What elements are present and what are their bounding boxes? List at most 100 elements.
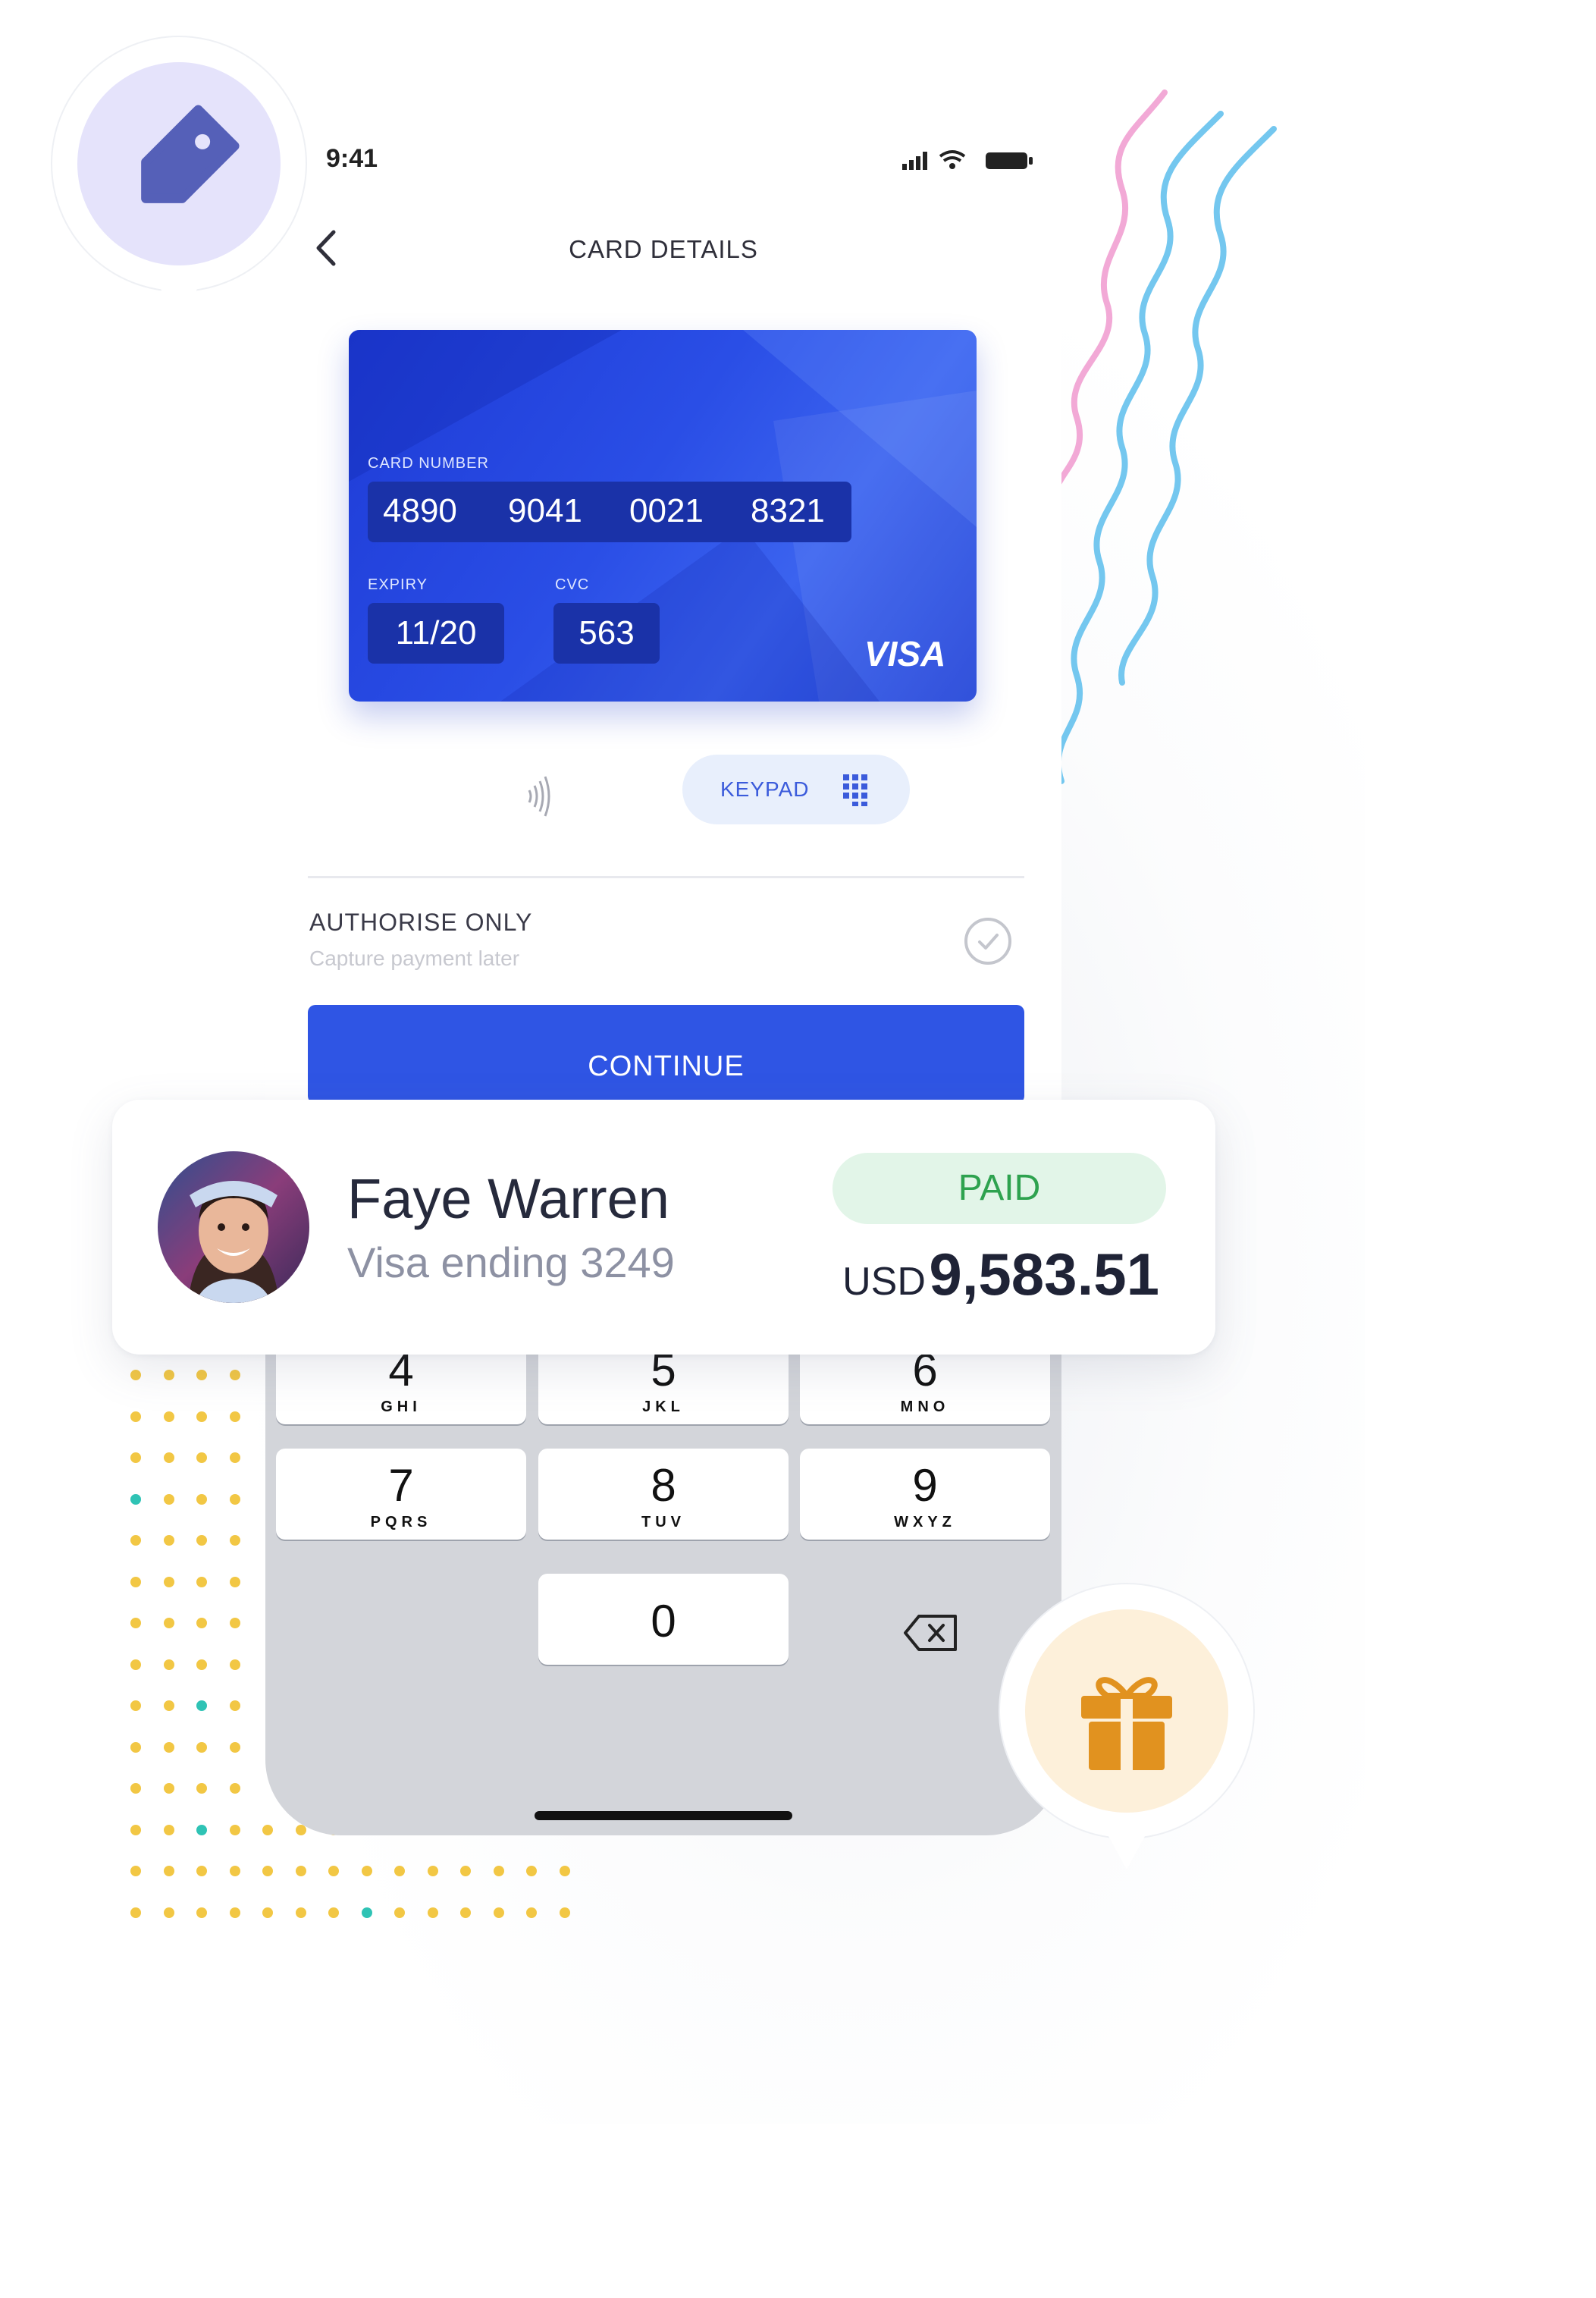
key-letters: GHI — [381, 1399, 422, 1415]
key-letters: PQRS — [370, 1514, 432, 1530]
decorative-dot — [130, 1452, 141, 1463]
expiry-label: EXPIRY — [368, 576, 428, 593]
decorative-dot — [163, 1452, 174, 1463]
decorative-dot — [163, 1576, 174, 1587]
transaction-card[interactable]: Faye Warren Visa ending 3249 PAID USD 9,… — [112, 1100, 1215, 1355]
decorative-dot — [229, 1741, 240, 1753]
decorative-dot — [196, 1659, 207, 1670]
status-icons — [902, 150, 1033, 170]
expiry-field: 11/20 — [368, 603, 504, 664]
decorative-dot — [130, 1535, 141, 1546]
decorative-dot — [460, 1866, 471, 1876]
decorative-dot — [196, 1618, 207, 1628]
decorative-dot — [196, 1783, 207, 1794]
decorative-dot — [196, 1700, 207, 1711]
decorative-dot — [295, 1866, 306, 1876]
decorative-dot — [163, 1824, 174, 1835]
decorative-dot — [427, 1907, 438, 1918]
keypad-toggle-button[interactable]: KEYPAD — [682, 755, 910, 824]
decorative-dot — [163, 1659, 174, 1670]
status-badge: PAID — [832, 1153, 1166, 1224]
decorative-dot — [361, 1907, 372, 1918]
home-indicator — [535, 1811, 792, 1820]
decorative-dot — [196, 1907, 207, 1918]
decorative-dot — [295, 1907, 306, 1918]
decorative-dot — [130, 1659, 141, 1670]
credit-card: CARD NUMBER 4890 9041 0021 8321 EXPIRY 1… — [349, 330, 977, 702]
continue-button[interactable]: CONTINUE — [308, 1005, 1024, 1103]
decorative-dot — [328, 1866, 339, 1876]
signal-icon — [902, 152, 927, 170]
key-letters: JKL — [642, 1399, 685, 1415]
decorative-dot — [163, 1535, 174, 1546]
decorative-dot — [196, 1535, 207, 1546]
decorative-dot — [130, 1370, 141, 1380]
wifi-icon — [939, 150, 966, 169]
decorative-dot — [163, 1783, 174, 1794]
transaction-amount: USD 9,583.51 — [842, 1240, 1159, 1309]
decorative-dot — [229, 1866, 240, 1876]
card-number-group: 0021 — [629, 492, 704, 529]
key-digit: 9 — [912, 1460, 938, 1511]
decorative-dot — [229, 1493, 240, 1505]
decorative-dot — [163, 1370, 174, 1380]
decorative-dot — [328, 1907, 339, 1918]
blue-squiggle-2 — [1118, 126, 1277, 686]
status-time: 9:41 — [326, 144, 378, 173]
backspace-icon[interactable] — [902, 1612, 960, 1654]
decorative-dot — [130, 1907, 141, 1918]
key-letters: MNO — [900, 1399, 950, 1415]
decorative-dot — [361, 1866, 372, 1876]
decorative-dot — [526, 1907, 537, 1918]
decorative-dot — [229, 1618, 240, 1628]
customer-name: Faye Warren — [347, 1167, 669, 1230]
cvc-field: 563 — [553, 603, 660, 664]
decorative-dot — [229, 1659, 240, 1670]
decorative-dot — [130, 1576, 141, 1587]
decorative-dot — [262, 1907, 273, 1918]
decorative-dot — [163, 1741, 174, 1753]
check-icon[interactable] — [963, 916, 1013, 966]
cvc-label: CVC — [555, 576, 590, 593]
card-number-label: CARD NUMBER — [368, 455, 489, 472]
decorative-dot — [196, 1411, 207, 1422]
avatar — [158, 1151, 309, 1303]
tag-bubble — [51, 36, 307, 322]
decorative-dot — [130, 1493, 141, 1505]
key-letters: TUV — [641, 1514, 685, 1530]
decorative-dot — [559, 1907, 570, 1918]
decorative-dot — [229, 1700, 240, 1711]
decorative-dot — [196, 1741, 207, 1753]
decorative-dot — [229, 1535, 240, 1546]
decorative-dot — [229, 1824, 240, 1835]
decorative-dot — [130, 1866, 141, 1876]
decorative-dot — [130, 1700, 141, 1711]
decorative-dot — [229, 1576, 240, 1587]
decorative-dot — [196, 1824, 207, 1835]
battery-icon — [986, 152, 1033, 169]
decorative-dot — [163, 1907, 174, 1918]
key-letters: WXYZ — [894, 1514, 956, 1530]
decorative-dot — [526, 1866, 537, 1876]
key-8[interactable]: 8 TUV — [538, 1449, 789, 1540]
decorative-dot — [229, 1411, 240, 1422]
decorative-dot — [196, 1452, 207, 1463]
key-9[interactable]: 9 WXYZ — [800, 1449, 1050, 1540]
decorative-dot — [262, 1866, 273, 1876]
decorative-squiggles — [1049, 89, 1277, 784]
decorative-dot — [229, 1452, 240, 1463]
decorative-dot — [196, 1370, 207, 1380]
authorise-only-title: AUTHORISE ONLY — [309, 909, 533, 936]
decorative-dot — [493, 1866, 504, 1876]
card-number-group: 4890 — [383, 492, 457, 529]
nfc-icon[interactable] — [516, 774, 553, 819]
key-7[interactable]: 7 PQRS — [276, 1449, 526, 1540]
decorative-dot — [130, 1783, 141, 1794]
gift-bubble — [999, 1583, 1255, 1869]
keypad-label: KEYPAD — [720, 777, 810, 801]
screen-title: CARD DETAILS — [569, 235, 758, 263]
card-number-group: 9041 — [508, 492, 582, 529]
key-0[interactable]: 0 — [538, 1574, 789, 1665]
card-number-group: 8321 — [751, 492, 825, 529]
decorative-dot — [196, 1493, 207, 1505]
